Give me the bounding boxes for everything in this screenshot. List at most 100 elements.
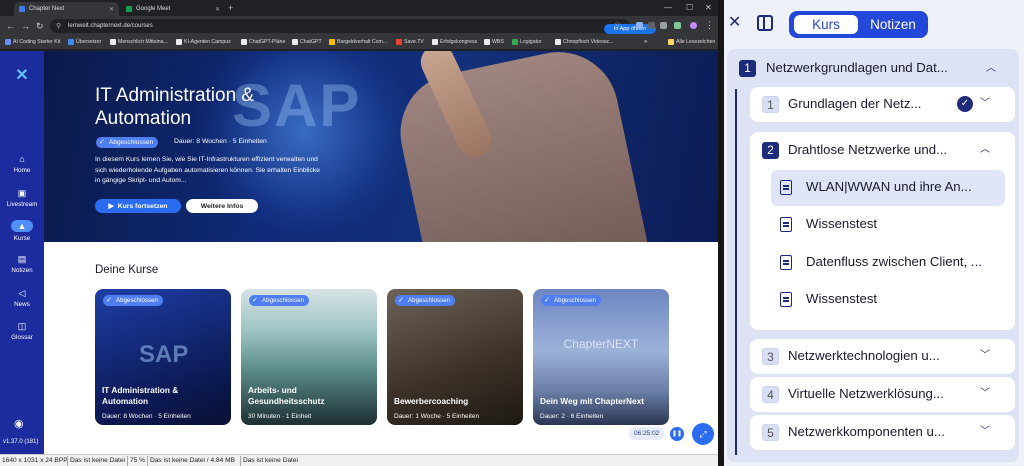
news-icon: ◁ <box>18 288 26 298</box>
hero-banner: SAP IT Administration & Automation Abges… <box>44 51 718 242</box>
more-info-button[interactable]: Weitere Infos <box>186 199 258 213</box>
nav-item-livestream[interactable]: ▣ Livestream <box>0 188 44 208</box>
extension-icon[interactable] <box>636 22 643 29</box>
module-item-3[interactable]: 3 Netzwerktechnologien u... ﹀ <box>750 339 1015 374</box>
chevron-down-icon[interactable]: ﹀ <box>980 98 990 110</box>
extension-icon[interactable] <box>648 22 655 29</box>
address-bar[interactable]: ⚲ lernwelt.chapternext.de/courses In App… <box>50 19 656 34</box>
bookmark-item[interactable]: AI Coding Starter Kit <box>5 39 60 45</box>
chapternext-favicon-icon <box>19 6 25 12</box>
lesson-title: Wissenstest <box>806 291 878 306</box>
completed-badge: Abgeschlossen <box>103 295 163 306</box>
url-text: lernwelt.chapternext.de/courses <box>68 23 153 29</box>
bookmark-item[interactable]: Save.TV <box>396 39 424 45</box>
bookmark-item[interactable]: Übersetzer <box>68 39 101 45</box>
livestream-icon: ▣ <box>17 188 27 198</box>
course-card[interactable]: SAP Abgeschlossen IT Administration & Au… <box>95 289 231 425</box>
nav-label: Glossar <box>11 334 33 341</box>
close-window-icon[interactable]: ✕ <box>705 3 712 12</box>
minimize-icon[interactable]: — <box>664 3 672 12</box>
course-card[interactable]: Abgeschlossen Bewerbercoaching Dauer: 1 … <box>387 289 523 425</box>
completed-check-icon: ✓ <box>957 96 973 112</box>
chapter-title[interactable]: Netzwerkgrundlagen und Dat... <box>766 60 948 75</box>
bookmark-item[interactable]: ChatGPT-Pläne <box>241 39 285 45</box>
new-tab-icon[interactable]: + <box>228 3 233 13</box>
document-icon <box>780 255 792 270</box>
chapter-timeline-line <box>735 89 737 455</box>
status-file: Das ist keine Datei <box>243 457 298 464</box>
user-avatar-icon[interactable]: ◉ <box>14 417 24 430</box>
chevron-down-icon[interactable]: ﹀ <box>980 350 990 362</box>
status-zoom: 75 % <box>130 457 146 464</box>
course-duration: Dauer: 8 Wochen · 5 Einheiten <box>102 413 191 420</box>
floating-action-button[interactable]: ⤢ <box>692 423 714 445</box>
close-tab-icon[interactable]: ✕ <box>109 6 114 13</box>
hero-title: IT Administration & Automation <box>95 85 255 129</box>
course-duration: Dauer: 2 · 6 Einheiten <box>540 413 604 420</box>
back-icon[interactable]: ← <box>6 21 15 31</box>
course-panel: ✕ Kurs Notizen 1 Netzwerkgrundlagen und … <box>724 0 1024 466</box>
lesson-item[interactable]: Datenfluss zwischen Client, ... <box>771 245 1005 281</box>
bookmark-item[interactable]: KI-Agenten Campus <box>176 39 231 45</box>
bookmark-item[interactable]: Menschlich Mitteina... <box>110 39 168 45</box>
forward-icon[interactable]: → <box>21 21 30 31</box>
site-info-icon[interactable]: ⚲ <box>56 22 61 30</box>
status-filesize: Das ist keine Datei / 4.84 MB <box>150 457 236 464</box>
module-item-5[interactable]: 5 Netzwerkkomponenten u... ﹀ <box>750 415 1015 450</box>
nav-item-news[interactable]: ◁ News <box>0 288 44 308</box>
pause-button[interactable]: ❚❚ <box>670 427 684 441</box>
maximize-icon[interactable]: ☐ <box>686 3 693 12</box>
browser-tab-chapternext[interactable]: Chapter Next ✕ <box>14 2 119 16</box>
pause-icon: ❚❚ <box>671 431 683 437</box>
hero-duration: Dauer: 8 Wochen · 5 Einheiten <box>174 138 267 145</box>
course-card[interactable]: ChapterNEXT Abgeschlossen Dein Weg mit C… <box>533 289 669 425</box>
sidebar-toggle-icon[interactable] <box>757 15 773 31</box>
chapternext-logo-icon[interactable]: ✕ <box>13 67 31 85</box>
course-card[interactable]: Abgeschlossen Arbeits- und Gesundheitssc… <box>241 289 377 425</box>
bookmark-item[interactable]: Logigator <box>512 39 542 45</box>
browser-toolbar: ← → ↻ ⚲ lernwelt.chapternext.de/courses … <box>0 16 718 36</box>
bookmark-item[interactable]: WBS <box>484 39 504 45</box>
extensions-puzzle-icon[interactable] <box>674 22 681 29</box>
courses-icon: ▲ <box>11 220 33 232</box>
lesson-item[interactable]: Wissenstest <box>771 282 1005 318</box>
module-title: Drahtlose Netzwerke und... <box>788 142 948 157</box>
lesson-item[interactable]: Wissenstest <box>771 207 1005 243</box>
chevron-up-icon[interactable]: ︿ <box>980 144 990 156</box>
lesson-title: Datenfluss zwischen Client, ... <box>806 254 982 269</box>
chapternext-app: ✕ ⌂ Home ▣ Livestream ▲ Kurse ▤ Notizen <box>0 51 718 454</box>
close-icon[interactable]: ✕ <box>728 14 741 32</box>
bookmark-item[interactable]: Chnopfloch Videoac... <box>555 39 614 45</box>
nav-label: News <box>14 301 30 308</box>
bookmark-item[interactable]: ChatGPT <box>292 39 322 45</box>
nav-item-home[interactable]: ⌂ Home <box>0 154 44 174</box>
bookmark-item[interactable]: Erfolgskongress <box>432 39 477 45</box>
bookmarks-overflow-icon[interactable]: » <box>644 39 647 45</box>
module-number: 3 <box>762 348 779 365</box>
nav-item-notes[interactable]: ▤ Notizen <box>0 254 44 274</box>
module-item-4[interactable]: 4 Virtuelle Netzwerklösung... ﹀ <box>750 377 1015 412</box>
chevron-up-icon[interactable]: ︿ <box>986 63 996 75</box>
lesson-title: WLAN|WWAN und ihre An... <box>806 179 972 194</box>
bookmark-item[interactable]: Bargeldverhalt Com... <box>329 39 387 45</box>
all-bookmarks-folder[interactable]: Alle Lesezeichen <box>668 39 715 45</box>
tab-notes[interactable]: Notizen <box>861 15 925 34</box>
nav-item-courses[interactable]: ▲ Kurse <box>0 220 44 242</box>
nav-item-glossary[interactable]: ◫ Glossar <box>0 321 44 341</box>
browser-tab-google-meet[interactable]: Google Meet ✕ <box>121 2 225 16</box>
lesson-item-selected[interactable]: WLAN|WWAN und ihre An... <box>771 170 1005 206</box>
chevron-down-icon[interactable]: ﹀ <box>980 388 990 400</box>
close-tab-icon[interactable]: ✕ <box>215 6 220 13</box>
extension-icon[interactable] <box>660 22 667 29</box>
continue-course-button[interactable]: ▶ Kurs fortsetzen <box>95 199 181 213</box>
profile-avatar-icon[interactable] <box>690 22 697 29</box>
module-title: Netzwerkkomponenten u... <box>788 424 945 439</box>
course-duration: Dauer: 1 Woche · 5 Einheiten <box>394 413 480 420</box>
module-item-1[interactable]: 1 Grundlagen der Netz... ✓ ﹀ <box>750 87 1015 122</box>
completed-badge: Abgeschlossen <box>395 295 455 306</box>
bookmark-star-icon[interactable]: ☆ <box>614 20 621 29</box>
reload-icon[interactable]: ↻ <box>36 21 44 31</box>
menu-dots-icon[interactable]: ⋮ <box>705 20 714 30</box>
tab-course[interactable]: Kurs <box>794 15 858 34</box>
chevron-down-icon[interactable]: ﹀ <box>980 426 990 438</box>
